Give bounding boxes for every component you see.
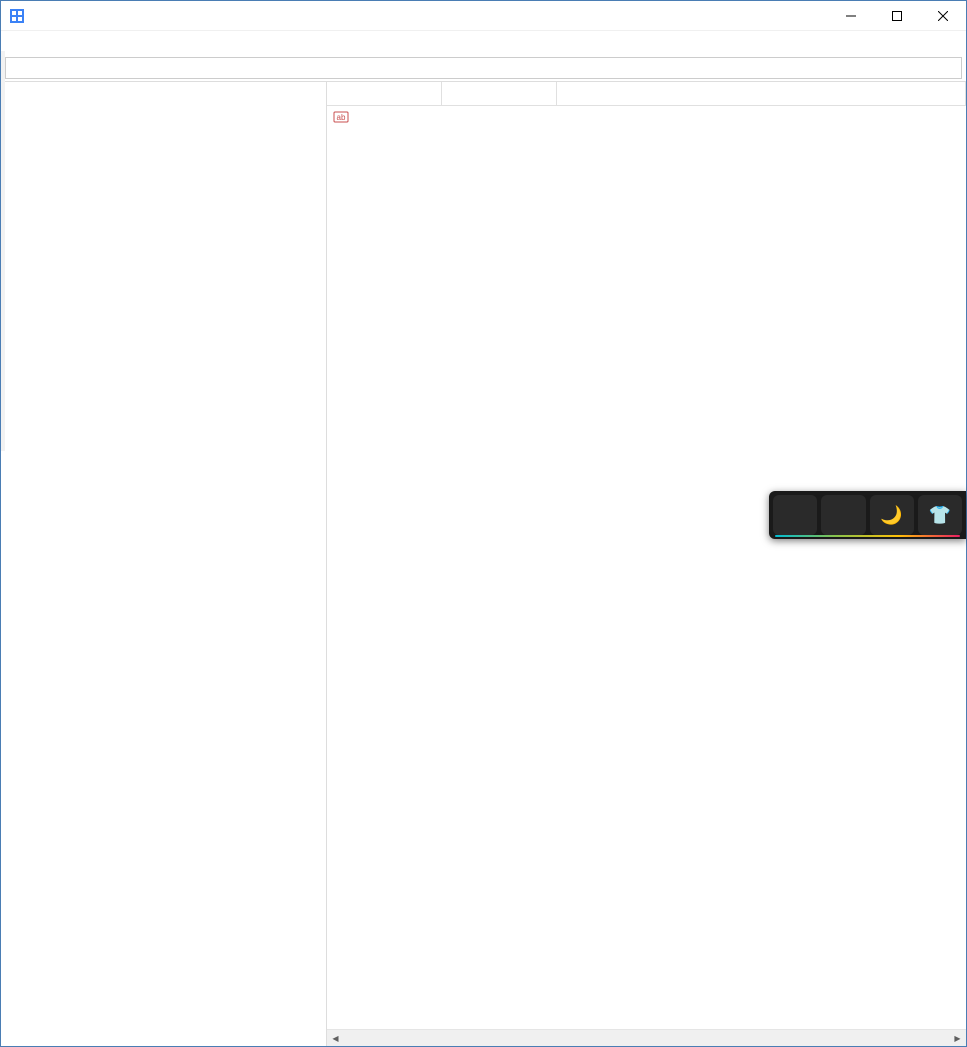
ime-shirt-button[interactable]: 👕	[918, 495, 962, 535]
col-header-name[interactable]	[327, 82, 442, 105]
col-header-type[interactable]	[442, 82, 557, 105]
scroll-right-icon[interactable]: ▶	[949, 1030, 966, 1047]
menu-view[interactable]	[43, 42, 59, 46]
values-body[interactable]: ab	[327, 106, 966, 1029]
ime-moon-button[interactable]: 🌙	[870, 495, 914, 535]
titlebar[interactable]	[1, 1, 966, 31]
content-area: ab ◀ ▶	[1, 81, 966, 1046]
values-pane: ab ◀ ▶	[327, 82, 966, 1046]
menu-help[interactable]	[79, 42, 95, 46]
window: ab ◀ ▶ 🌙 👕	[0, 0, 967, 1047]
address-bar[interactable]	[5, 57, 962, 79]
value-name-cell: ab	[327, 109, 442, 125]
regedit-icon	[9, 8, 25, 24]
ime-toolbar[interactable]: 🌙 👕	[769, 491, 966, 539]
value-row[interactable]: ab	[327, 106, 966, 128]
menu-file[interactable]	[7, 42, 23, 46]
minimize-button[interactable]	[828, 1, 874, 30]
reg-sz-icon: ab	[333, 109, 349, 125]
menubar	[1, 31, 966, 57]
scroll-left-icon[interactable]: ◀	[327, 1030, 344, 1047]
ime-punctuation-button[interactable]	[821, 495, 865, 535]
horizontal-scrollbar[interactable]: ◀ ▶	[327, 1029, 966, 1046]
svg-text:ab: ab	[337, 113, 346, 122]
tree-pane[interactable]	[1, 82, 327, 1046]
moon-icon: 🌙	[880, 505, 902, 526]
window-controls	[828, 1, 966, 30]
menu-edit[interactable]	[25, 42, 41, 46]
menu-favorites[interactable]	[61, 42, 77, 46]
values-header	[327, 82, 966, 106]
close-button[interactable]	[920, 1, 966, 30]
col-header-data[interactable]	[557, 82, 966, 105]
shirt-icon: 👕	[929, 505, 951, 526]
maximize-button[interactable]	[874, 1, 920, 30]
ime-chinese-button[interactable]	[773, 495, 817, 535]
